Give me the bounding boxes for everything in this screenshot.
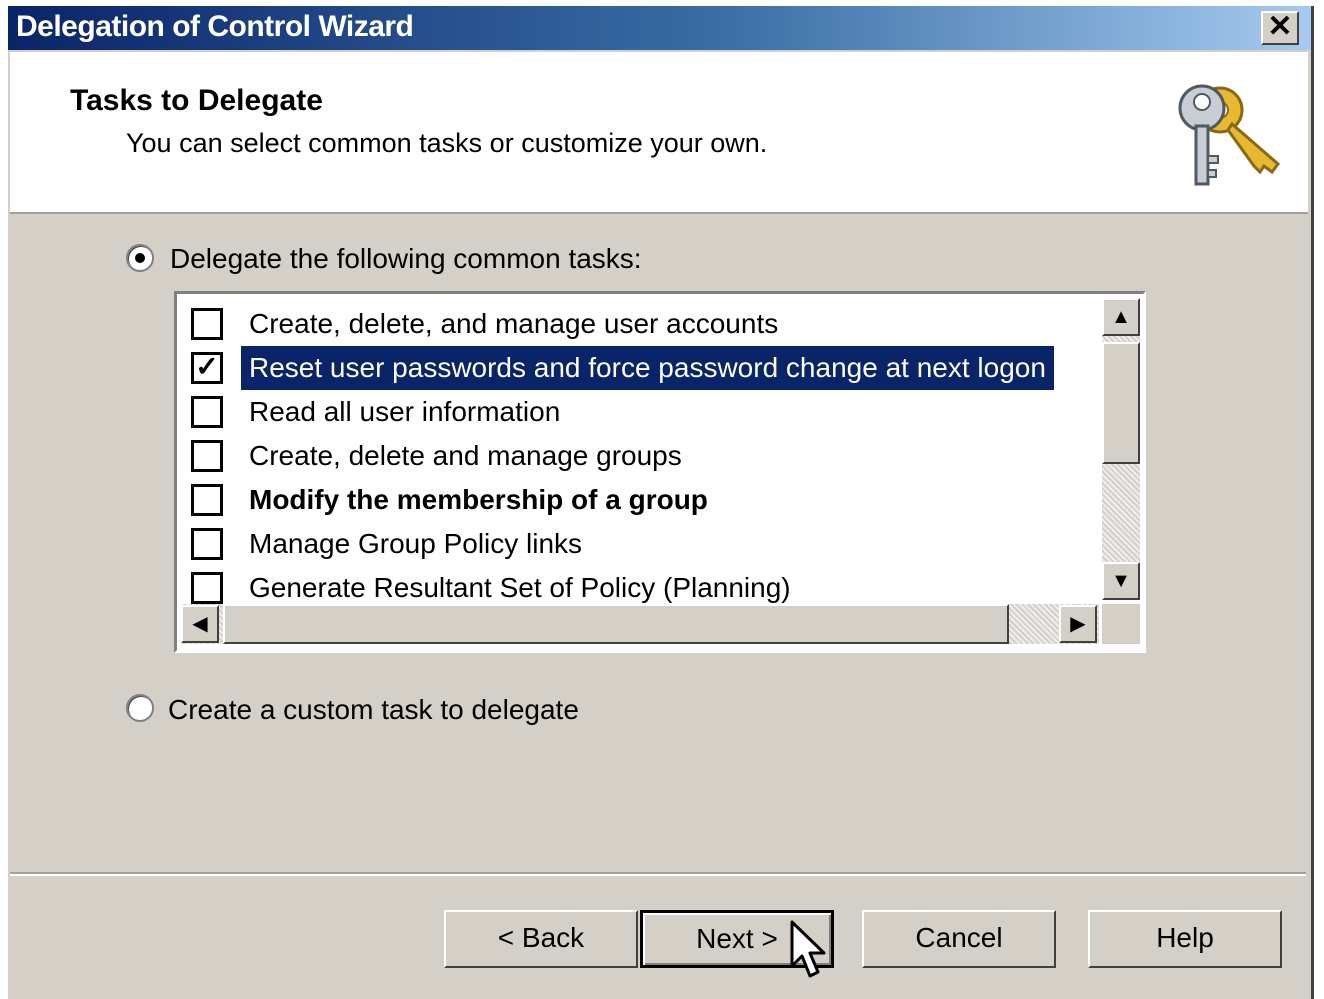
- close-icon: ✕: [1267, 10, 1293, 43]
- title-bar[interactable]: Delegation of Control Wizard ✕: [8, 6, 1311, 50]
- list-item[interactable]: Create, delete, and manage user accounts: [191, 302, 1071, 346]
- task-label[interactable]: Modify the membership of a group: [241, 478, 716, 522]
- task-label[interactable]: Manage Group Policy links: [241, 522, 590, 566]
- list-item[interactable]: Create, delete and manage groups: [191, 434, 1071, 478]
- arrow-right-icon: ▶: [1070, 613, 1086, 635]
- close-button[interactable]: ✕: [1261, 11, 1299, 45]
- page-subtitle: You can select common tasks or customize…: [126, 128, 768, 158]
- cancel-button[interactable]: Cancel: [862, 910, 1056, 968]
- back-button[interactable]: < Back: [444, 910, 638, 968]
- scroll-down-button[interactable]: ▼: [1102, 562, 1140, 600]
- vertical-scrollbar[interactable]: ▲ ▼: [1102, 298, 1140, 600]
- scrollbar-corner: [1102, 604, 1140, 644]
- wizard-header: Tasks to Delegate You can select common …: [10, 52, 1308, 214]
- radio-custom-task-label[interactable]: Create a custom task to delegate: [168, 694, 579, 726]
- arrow-down-icon: ▼: [1111, 570, 1131, 592]
- task-checkbox[interactable]: [191, 572, 223, 604]
- footer-separator: [10, 872, 1306, 876]
- task-checkbox[interactable]: [191, 528, 223, 560]
- radio-common-tasks-label[interactable]: Delegate the following common tasks:: [170, 243, 642, 275]
- task-label-selected[interactable]: Reset user passwords and force password …: [241, 346, 1054, 390]
- task-label[interactable]: Create, delete and manage groups: [241, 434, 690, 478]
- scroll-left-button[interactable]: ◀: [181, 605, 219, 643]
- help-button[interactable]: Help: [1088, 910, 1282, 968]
- task-listbox[interactable]: Create, delete, and manage user accounts…: [174, 291, 1146, 653]
- radio-common-tasks[interactable]: [126, 244, 154, 272]
- radio-custom-task[interactable]: [126, 694, 154, 722]
- task-checkbox-checked[interactable]: ✓: [191, 352, 223, 384]
- task-checkbox[interactable]: [191, 440, 223, 472]
- task-label[interactable]: Create, delete, and manage user accounts: [241, 302, 786, 346]
- wizard-window: Delegation of Control Wizard ✕ Tasks to …: [8, 6, 1314, 999]
- task-checkbox[interactable]: [191, 308, 223, 340]
- mouse-pointer-icon: [790, 920, 826, 978]
- horizontal-scrollbar[interactable]: ◀ ▶: [181, 604, 1099, 644]
- list-item[interactable]: Manage Group Policy links: [191, 522, 1071, 566]
- scroll-up-button[interactable]: ▲: [1102, 298, 1140, 336]
- arrow-left-icon: ◀: [192, 613, 208, 635]
- page-title: Tasks to Delegate: [70, 84, 323, 117]
- horizontal-scroll-thumb[interactable]: [223, 604, 1009, 644]
- vertical-scroll-thumb[interactable]: [1102, 342, 1140, 464]
- task-checkbox[interactable]: [191, 484, 223, 516]
- list-item[interactable]: Read all user information: [191, 390, 1071, 434]
- window-title: Delegation of Control Wizard: [16, 10, 414, 43]
- task-label[interactable]: Read all user information: [241, 390, 568, 434]
- list-item[interactable]: Modify the membership of a group: [191, 478, 1071, 522]
- scroll-right-button[interactable]: ▶: [1059, 605, 1097, 643]
- list-item[interactable]: ✓ Reset user passwords and force passwor…: [191, 346, 1071, 390]
- keys-icon: [1178, 84, 1281, 186]
- radio-dot: [135, 253, 145, 263]
- task-checkbox[interactable]: [191, 396, 223, 428]
- arrow-up-icon: ▲: [1111, 306, 1131, 328]
